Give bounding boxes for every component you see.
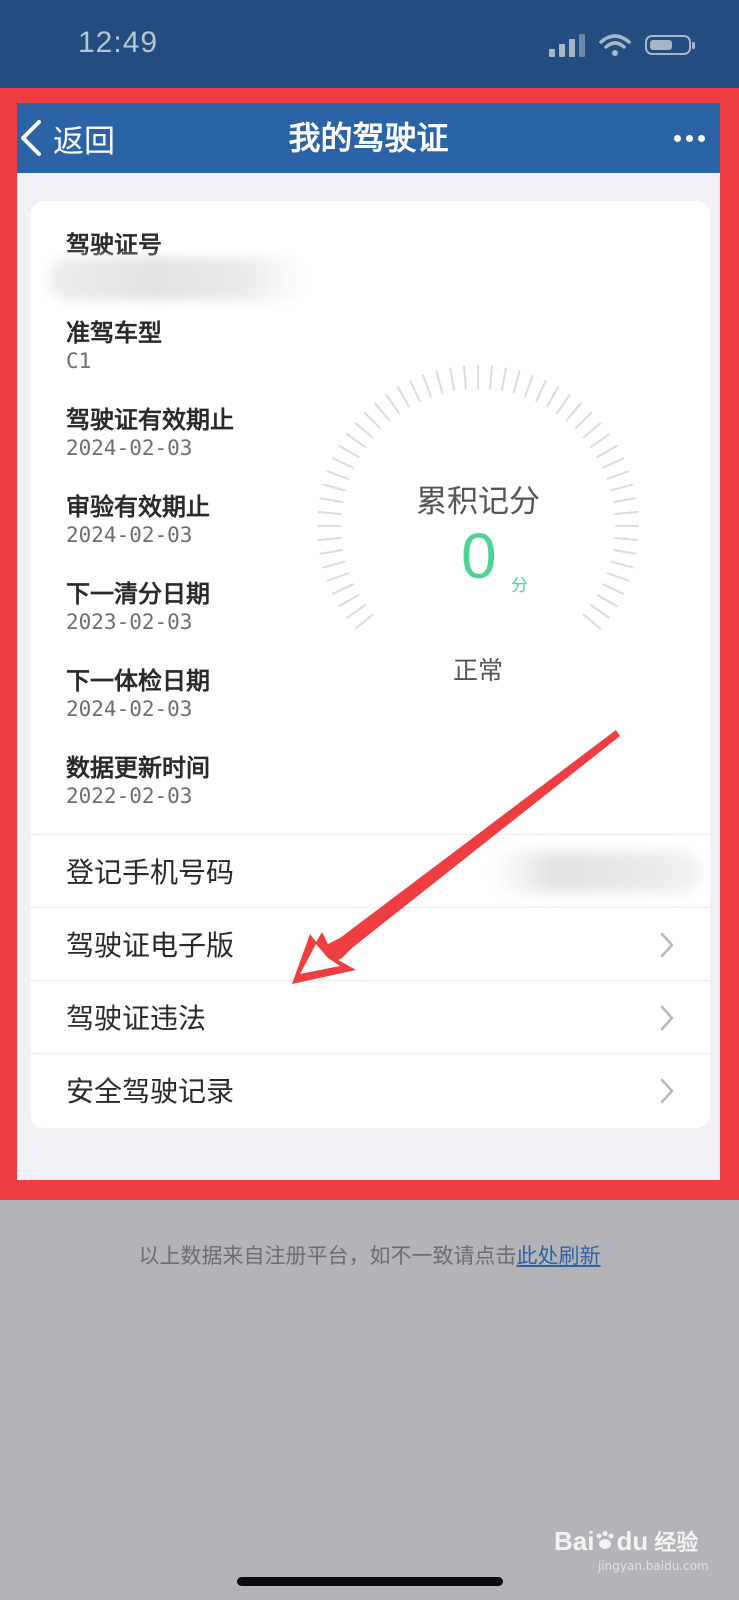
row-label: 驾驶证违法	[66, 1002, 207, 1035]
footer-note: 以上数据来自注册平台，如不一致请点击此处刷新	[0, 1240, 739, 1270]
gauge-tick	[338, 594, 360, 607]
row-registered-phone[interactable]: 登记手机号码	[30, 834, 710, 907]
gauge-tick	[435, 370, 444, 394]
gauge-tick	[449, 367, 456, 392]
gauge-tick	[326, 572, 350, 582]
vehicle-class-value: C1	[66, 349, 92, 373]
gauge-tick	[610, 560, 634, 569]
gauge-tick	[535, 379, 547, 402]
row-electronic-license[interactable]: 驾驶证电子版	[30, 907, 710, 980]
score-value: 0	[461, 520, 497, 592]
more-options-icon[interactable]	[674, 127, 714, 149]
gauge-tick	[596, 594, 618, 607]
row-safe-driving-record[interactable]: 安全驾驶记录	[30, 1053, 710, 1126]
score-status: 正常	[452, 656, 503, 685]
gauge-tick	[317, 537, 342, 541]
watermark-brand: Bai du	[554, 1525, 649, 1556]
footer-note-text: 以上数据来自注册平台，如不一致请点击	[138, 1244, 517, 1268]
gauge-tick	[565, 402, 582, 422]
gauge-tick	[602, 457, 625, 469]
next-clear-date-value: 2023-02-03	[66, 610, 193, 634]
next-clear-date-label: 下一清分日期	[66, 580, 210, 608]
gauge-tick	[354, 613, 374, 630]
gauge-tick	[345, 604, 366, 619]
gauge-tick	[374, 402, 391, 422]
watermark-cn: 经验	[654, 1531, 699, 1556]
highlight-frame: 返回 我的驾驶证 驾驶证号 准驾车型 C1 驾驶证有效期止 2024-02-03…	[0, 88, 739, 1200]
gauge-tick	[385, 393, 400, 414]
battery-icon	[645, 35, 695, 55]
gauge-tick	[354, 422, 374, 439]
gauge-tick	[582, 613, 602, 630]
gauge-tick	[590, 604, 611, 619]
gauge-tick	[422, 374, 432, 398]
status-time: 12:49	[78, 26, 159, 59]
data-update-time-label: 数据更新时间	[66, 754, 210, 782]
gauge-title: 累积记分	[416, 484, 540, 520]
data-update-time-value: 2022-02-03	[66, 784, 193, 808]
gauge-tick	[602, 583, 625, 595]
gauge-tick	[512, 370, 521, 394]
gauge-tick	[397, 386, 410, 408]
review-expiry-label: 审验有效期止	[66, 493, 210, 521]
gauge-tick	[546, 386, 559, 408]
home-indicator	[237, 1577, 503, 1586]
phone-number-redacted	[492, 851, 702, 893]
gauge-tick	[409, 379, 421, 402]
license-number-redacted	[48, 257, 308, 301]
status-bar: 12:49	[0, 0, 739, 88]
gauge-tick	[590, 433, 611, 448]
score-unit: 分	[511, 576, 528, 596]
gauge-tick	[489, 365, 493, 390]
paw-icon	[596, 1530, 614, 1549]
gauge-tick	[556, 393, 571, 414]
gauge-tick	[345, 433, 366, 448]
gauge-tick	[331, 583, 354, 595]
score-gauge: 累积记分 0 分 正常	[298, 361, 658, 685]
review-expiry-value: 2024-02-03	[66, 523, 193, 547]
gauge-tick	[574, 411, 593, 430]
license-expiry-value: 2024-02-03	[66, 436, 193, 460]
gauge-tick	[596, 445, 618, 458]
wifi-icon	[599, 34, 631, 56]
gauge-tick	[463, 365, 467, 390]
refresh-link[interactable]: 此处刷新	[517, 1244, 601, 1268]
gauge-tick	[338, 445, 360, 458]
gauge-tick	[524, 374, 534, 398]
app-screen: 返回 我的驾驶证 驾驶证号 准驾车型 C1 驾驶证有效期止 2024-02-03…	[17, 103, 720, 1180]
gauge-tick	[363, 411, 382, 430]
gauge-tick	[322, 560, 346, 569]
gauge-tick	[612, 548, 637, 555]
page-title: 我的驾驶证	[288, 119, 449, 157]
status-icons	[549, 33, 695, 57]
baidu-watermark: Bai du 经验	[554, 1525, 698, 1557]
gauge-tick	[582, 422, 602, 439]
chevron-right-icon	[660, 1005, 674, 1031]
row-label: 安全驾驶记录	[66, 1075, 235, 1108]
gauge-tick	[500, 367, 507, 392]
next-medical-date-label: 下一体检日期	[66, 667, 210, 695]
next-medical-date-value: 2024-02-03	[66, 697, 193, 721]
gauge-tick	[614, 537, 639, 541]
row-label: 驾驶证电子版	[66, 929, 235, 962]
gauge-tick	[331, 457, 354, 469]
nav-bar: 返回 我的驾驶证	[17, 103, 720, 173]
chevron-right-icon	[660, 932, 674, 958]
license-expiry-label: 驾驶证有效期止	[66, 406, 234, 434]
chevron-right-icon	[660, 1078, 674, 1104]
cellular-signal-icon	[549, 33, 585, 57]
gauge-tick	[606, 572, 630, 582]
watermark-url: jingyan.baidu.com	[598, 1559, 709, 1573]
license-card: 驾驶证号 准驾车型 C1 驾驶证有效期止 2024-02-03 审验有效期止 2…	[30, 201, 710, 1128]
vehicle-class-label: 准驾车型	[66, 319, 162, 347]
license-number-label: 驾驶证号	[66, 231, 162, 259]
row-license-violations[interactable]: 驾驶证违法	[30, 980, 710, 1053]
row-label: 登记手机号码	[66, 856, 235, 889]
gauge-tick	[319, 548, 344, 555]
